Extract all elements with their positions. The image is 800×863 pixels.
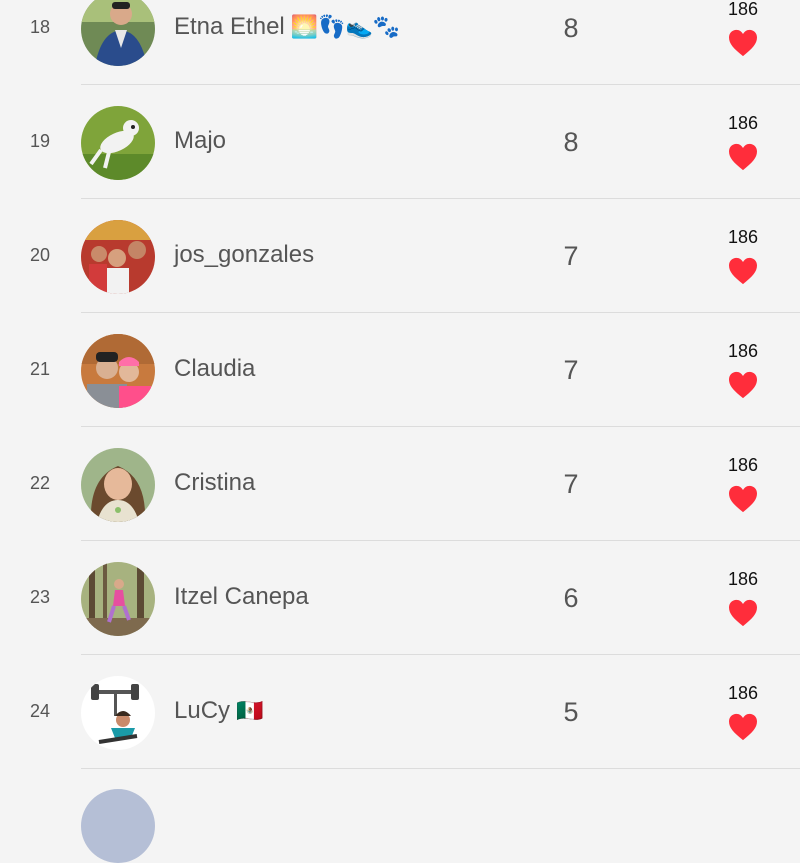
- player-name: Itzel Canepa: [174, 583, 315, 611]
- score: 7: [563, 355, 579, 385]
- avatar[interactable]: [81, 448, 155, 522]
- score: 7: [563, 469, 579, 499]
- leaderboard-row[interactable]: 23 Itzel Canepa 6 186: [0, 541, 800, 655]
- heart-icon[interactable]: [728, 29, 758, 57]
- score: 8: [563, 13, 579, 43]
- player-name-text: jos_gonzales: [174, 241, 315, 268]
- leaderboard-list: 18 Etna Ethel 🌅👣👟🐾 8 186 19 Majo 8 186 2…: [0, 0, 800, 769]
- rank-number: 19: [29, 131, 51, 151]
- like-count: 186: [727, 569, 759, 589]
- player-name-text: Majo: [174, 127, 227, 154]
- player-name: LuCy 🇲🇽: [174, 697, 263, 725]
- player-name: Cristina: [174, 469, 261, 497]
- heart-icon[interactable]: [728, 485, 758, 513]
- score: 8: [563, 127, 579, 157]
- like-count: 186: [727, 227, 759, 247]
- avatar[interactable]: [81, 562, 155, 636]
- leaderboard-row[interactable]: 19 Majo 8 186: [0, 85, 800, 199]
- score: 7: [563, 241, 579, 271]
- score: 6: [563, 583, 579, 613]
- player-name-text: LuCy: [174, 697, 231, 724]
- player-emoji: 🇲🇽: [236, 699, 264, 724]
- like-count: 186: [727, 341, 759, 361]
- like-count: 186: [727, 0, 759, 19]
- leaderboard-row[interactable]: 20 jos_gonzales 7 186: [0, 199, 800, 313]
- leaderboard-row[interactable]: 22 Cristina 7 186: [0, 427, 800, 541]
- rank-number: 20: [29, 245, 51, 265]
- player-name-text: Claudia: [174, 355, 256, 382]
- heart-icon[interactable]: [728, 257, 758, 285]
- rank-number: 18: [29, 17, 51, 37]
- player-name: jos_gonzales: [174, 241, 320, 269]
- like-count: 186: [727, 455, 759, 475]
- leaderboard-row[interactable]: 18 Etna Ethel 🌅👣👟🐾 8 186: [0, 0, 800, 85]
- player-name-text: Cristina: [174, 469, 256, 496]
- leaderboard-row[interactable]: 24 LuCy 🇲🇽 5 186: [0, 655, 800, 769]
- score: 5: [563, 697, 579, 727]
- player-name-text: Itzel Canepa: [174, 583, 309, 610]
- rank-number: 23: [29, 587, 51, 607]
- like-count: 186: [727, 683, 759, 703]
- rank-number: 24: [29, 701, 51, 721]
- player-name: Etna Ethel 🌅👣👟🐾: [174, 13, 400, 41]
- rank-number: 21: [29, 359, 51, 379]
- heart-icon[interactable]: [728, 143, 758, 171]
- player-emoji: 🌅👣👟🐾: [290, 15, 401, 40]
- like-count: 186: [727, 113, 759, 133]
- heart-icon[interactable]: [728, 713, 758, 741]
- avatar[interactable]: [81, 220, 155, 294]
- leaderboard-row[interactable]: 21 Claudia 7 186: [0, 313, 800, 427]
- heart-icon[interactable]: [728, 371, 758, 399]
- avatar[interactable]: [81, 334, 155, 408]
- avatar[interactable]: [81, 0, 155, 66]
- player-name-text: Etna Ethel: [174, 13, 285, 40]
- rank-number: 22: [29, 473, 51, 493]
- avatar[interactable]: [81, 106, 155, 180]
- player-name: Majo: [174, 127, 232, 155]
- avatar[interactable]: [81, 789, 155, 863]
- player-name: Claudia: [174, 355, 261, 383]
- avatar[interactable]: [81, 676, 155, 750]
- heart-icon[interactable]: [728, 599, 758, 627]
